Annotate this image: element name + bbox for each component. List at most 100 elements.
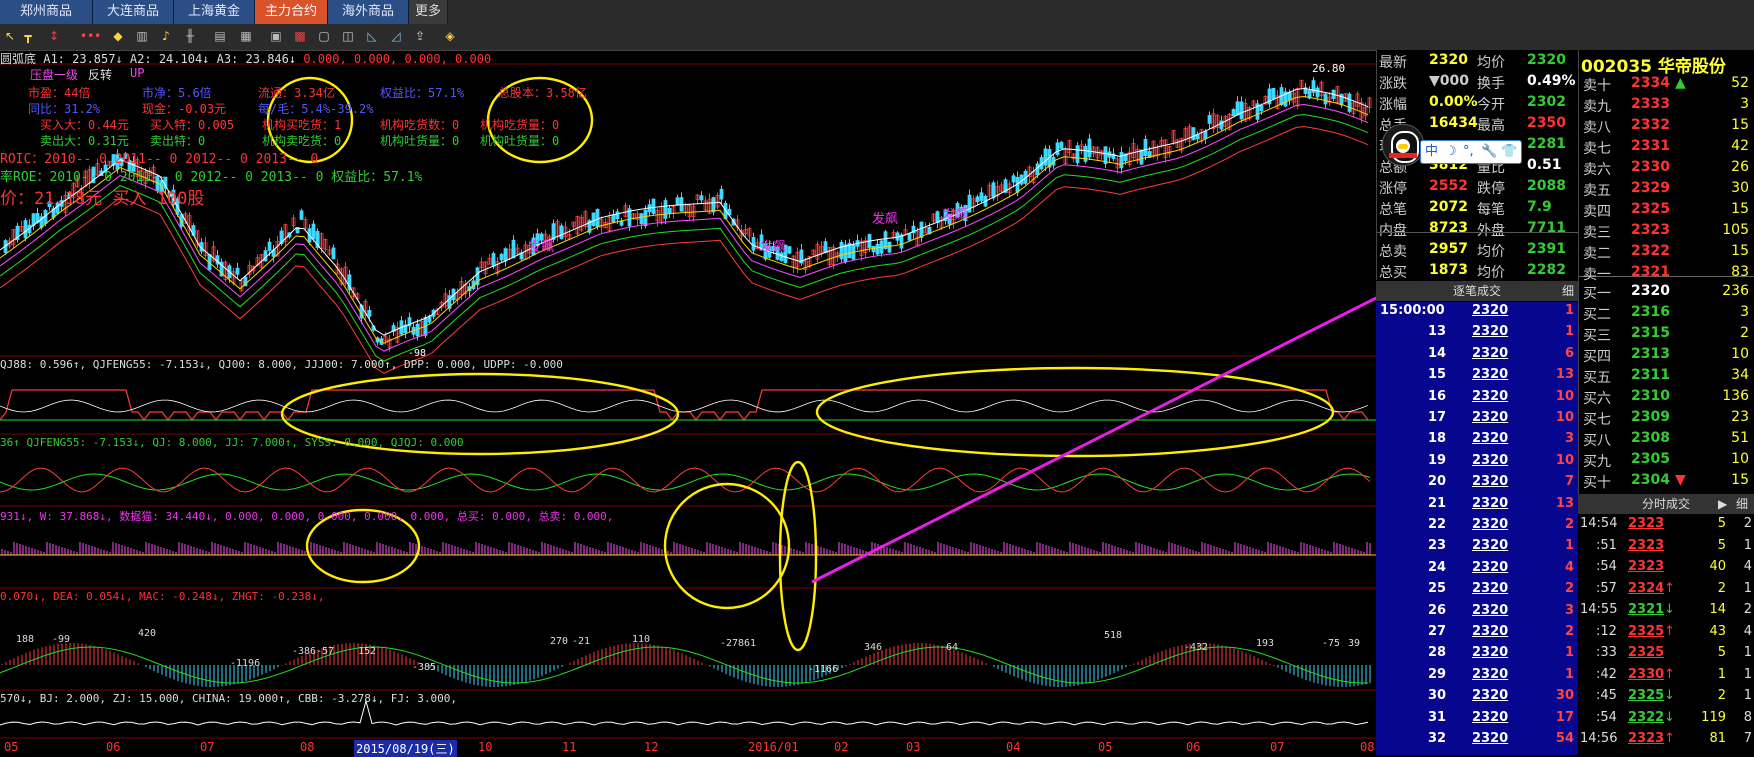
trade-row[interactable]: 31 2320 17 [1376,709,1578,730]
ticks-list[interactable]: 14:54 2323 5 2:51 2323 5 1:54 2323 40 4:57 2324 ↑ 2 1… [1578,515,1754,755]
quote-value: 8723 [1429,220,1468,236]
tab-shanghai-gold[interactable]: 上海黄金 [174,0,255,24]
trade-row[interactable]: 29 2320 1 [1376,666,1578,687]
diamond-tool-icon[interactable]: ◆ [110,28,126,44]
buy-level-row[interactable]: 买八 2308 51 [1579,429,1754,451]
export-tool-icon[interactable]: ⇪ [412,28,428,44]
ime-lang-toggle[interactable]: 中 [1425,141,1438,163]
tick-row[interactable]: 14:55 2321 ↓ 14 2 [1578,601,1754,622]
bars-tool-icon[interactable]: ▦ [238,28,254,44]
chart-mark [1143,138,1148,156]
trade-row[interactable]: 27 2320 2 [1376,623,1578,644]
punctuation-icon[interactable]: °, [1463,141,1474,163]
trade-row[interactable]: 15 2320 13 [1376,366,1578,387]
sell-level-row[interactable]: 卖四 2325 15 [1579,200,1754,222]
tab-more[interactable]: 更多 [409,0,448,24]
calendar-tool-icon[interactable]: ▩ [292,28,308,44]
trade-row[interactable]: 28 2320 1 [1376,644,1578,665]
sell-level-qty: 15 [1731,117,1749,133]
x-axis-label: 12 [644,740,659,754]
sell-level-row[interactable]: 卖五 2329 30 [1579,179,1754,201]
ime-toolbar[interactable]: 中 ☽ °, 🔧 👕 [1420,140,1522,164]
buy-level-row[interactable]: 买九 2305 10 [1579,450,1754,472]
buy-level-row[interactable]: 买三 2315 2 [1579,324,1754,346]
trade-row[interactable]: 19 2320 10 [1376,452,1578,473]
sell-level-row[interactable]: 卖九 2333 3 [1579,95,1754,117]
buy-level-row[interactable]: 买十 2304 ▼ 15 [1579,471,1754,493]
trade-row[interactable]: 15:00:00 2320 1 [1376,302,1578,323]
trades-header[interactable]: 逐笔成交 细 [1376,281,1578,301]
triangle-tool-icon[interactable]: ◿ [388,28,404,44]
ticks-header[interactable]: 分时成交 ▶ 细 [1578,494,1754,514]
tick-row[interactable]: :42 2330 ↑ 1 1 [1578,666,1754,687]
trade-row[interactable]: 25 2320 2 [1376,580,1578,601]
tab-overseas[interactable]: 海外商品 [328,0,409,24]
image-tool-icon[interactable]: ▢ [316,28,332,44]
tick-row[interactable]: :33 2325 5 1 [1578,644,1754,665]
buy-level-row[interactable]: 买一 2320 236 [1579,282,1754,304]
sell-level-row[interactable]: 卖七 2331 42 [1579,137,1754,159]
trade-row[interactable]: 17 2320 10 [1376,409,1578,430]
tick-row[interactable]: :57 2324 ↑ 2 1 [1578,580,1754,601]
sell-level-row[interactable]: 卖二 2322 15 [1579,242,1754,264]
sell-level-row[interactable]: 卖十 2334 ▲ 52 [1579,74,1754,96]
trade-row[interactable]: 26 2320 3 [1376,602,1578,623]
wrench-icon[interactable]: 🔧 [1481,141,1497,163]
trades-detail-button[interactable]: 细 [1562,281,1574,301]
trade-row[interactable]: 24 2320 4 [1376,559,1578,580]
trade-row[interactable]: 32 2320 54 [1376,730,1578,751]
trade-row[interactable]: 22 2320 2 [1376,516,1578,537]
tick-row[interactable]: :45 2325 ↓ 2 1 [1578,687,1754,708]
buy-level-row[interactable]: 买七 2309 23 [1579,408,1754,430]
buy-level-row[interactable]: 买五 2311 34 [1579,366,1754,388]
sell-level-row[interactable]: 卖三 2323 105 [1579,221,1754,243]
sell-level-row[interactable]: 卖八 2332 15 [1579,116,1754,138]
trade-row[interactable]: 21 2320 13 [1376,495,1578,516]
tick-count: 1 [1743,537,1752,553]
buy-level-row[interactable]: 买二 2316 3 [1579,303,1754,325]
buy-level-row[interactable]: 买四 2313 10 [1579,345,1754,367]
slope-tool-icon[interactable]: ◺ [364,28,380,44]
tab-dalian[interactable]: 大连商品 [93,0,174,24]
tick-row[interactable]: 14:54 2323 5 2 [1578,515,1754,536]
dots-tool-icon[interactable]: ••• [80,28,101,44]
trade-row[interactable]: 16 2320 10 [1376,388,1578,409]
trade-row[interactable]: 18 2320 3 [1376,430,1578,451]
trade-row[interactable]: 13 2320 1 [1376,323,1578,344]
buy-level-label: 买四 [1583,349,1611,365]
qq-penguin-icon[interactable] [1382,124,1424,166]
ticks-detail-button[interactable]: 细 [1736,494,1748,514]
buy-level-row[interactable]: 买六 2310 136 [1579,387,1754,409]
fence-tool-icon[interactable]: ╫ [182,28,198,44]
tick-row[interactable]: :12 2325 ↑ 43 4 [1578,623,1754,644]
moon-icon[interactable]: ☽ [1445,141,1457,163]
trade-row[interactable]: 23 2320 1 [1376,537,1578,558]
tick-row[interactable]: :54 2322 ↓ 119 8 [1578,709,1754,730]
arrow-tool-icon[interactable]: ↕ [46,28,62,44]
line-tool-icon[interactable]: ┳ [20,28,36,44]
tick-row[interactable]: 14:56 2323 ↑ 81 7 [1578,730,1754,751]
cursor-tool-icon[interactable]: ↖ [2,28,18,44]
chart-mark [1259,105,1264,112]
rhombus-tool-icon[interactable]: ◈ [442,28,458,44]
trade-row[interactable]: 30 2320 30 [1376,687,1578,708]
trade-row[interactable]: 20 2320 7 [1376,473,1578,494]
shirt-icon[interactable]: 👕 [1501,141,1517,163]
trade-price: 2320 [1472,474,1509,490]
tick-row[interactable]: :54 2323 40 4 [1578,558,1754,579]
tab-main-contract[interactable]: 主力合约 [255,0,328,24]
trade-volume: 1 [1564,666,1574,682]
play-icon[interactable]: ▶ [1718,494,1727,514]
kline-chart-area[interactable]: 圆弧底 A1: 23.857↓ A2: 24.104↓ A3: 23.846↓ … [0,50,1376,757]
tick-row[interactable]: :51 2323 5 1 [1578,537,1754,558]
chart-tool-icon[interactable]: ◫ [340,28,356,44]
info-special-sell: 卖出特：0 [150,134,206,148]
grid-tool-icon[interactable]: ▤ [212,28,228,44]
page-tool-icon[interactable]: ▣ [268,28,284,44]
bell-tool-icon[interactable]: ♪ [158,28,174,44]
trade-row[interactable]: 14 2320 6 [1376,345,1578,366]
trades-list[interactable]: 15:00:00 2320 1 13 2320 1 14 2320 6 15 2320 13 16 232… [1376,302,1578,755]
tab-zhengzhou[interactable]: 郑州商品 [0,0,93,24]
sell-level-row[interactable]: 卖六 2330 26 [1579,158,1754,180]
candle-tool-icon[interactable]: ▥ [134,28,150,44]
